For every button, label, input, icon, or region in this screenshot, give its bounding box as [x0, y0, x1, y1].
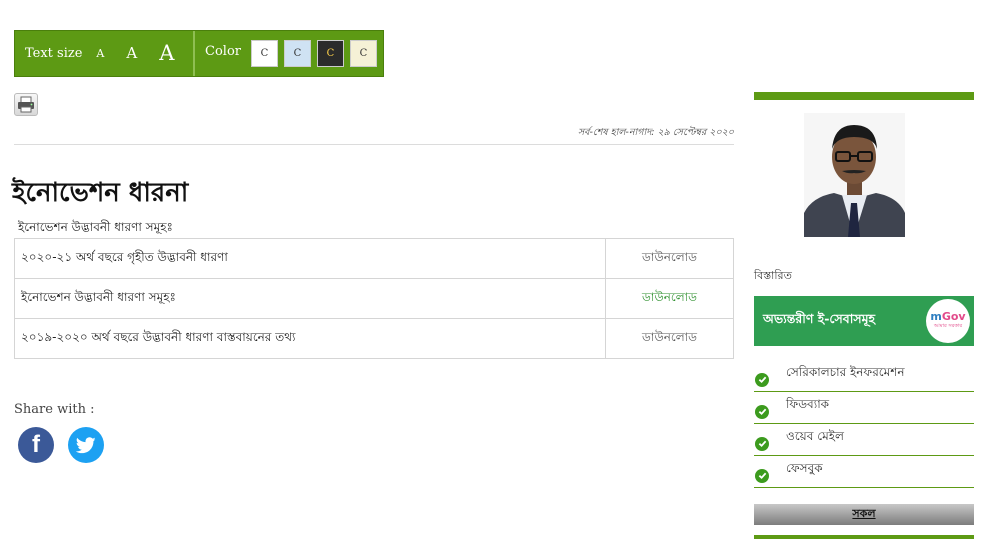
check-circle-icon: [755, 468, 769, 483]
twitter-bird-icon: [76, 436, 96, 453]
text-size-small-button[interactable]: A: [96, 48, 104, 59]
eservice-banner[interactable]: অভ্যন্তরীণ ই-সেবাসমূহ mGov আমার সরকার: [754, 296, 974, 346]
text-size-large-button[interactable]: A: [159, 43, 174, 64]
all-button[interactable]: সকল: [754, 504, 974, 525]
table-row: ২০১৯-২০২০ অর্থ বছরে উদ্ভাবনী ধারণা বাস্ত…: [14, 318, 734, 359]
eservice-label: অভ্যন্তরীণ ই-সেবাসমূহ: [763, 311, 876, 326]
list-item[interactable]: ফিডব্যাক: [754, 392, 974, 424]
link-label: সেরিকালচার ইনফরমেশন: [786, 364, 905, 379]
mygov-tagline: আমার সরকার: [933, 323, 963, 329]
portrait-image: [804, 113, 905, 237]
download-cell: ডাউনলোড: [605, 238, 734, 279]
list-item[interactable]: সেরিকালচার ইনফরমেশন: [754, 360, 974, 392]
download-cell: ডাউনলোড: [605, 278, 734, 319]
color-swatch-white[interactable]: C: [251, 40, 278, 67]
details-link[interactable]: বিস্তারিত: [754, 267, 792, 286]
printer-icon: [18, 96, 34, 113]
document-title: ইনোভেশন উদ্ভাবনী ধারণা সমূহঃ: [14, 278, 606, 319]
sidebar-top-bar: [754, 92, 974, 100]
mygov-logo-text: mGov: [930, 311, 965, 322]
list-item[interactable]: ওয়েব মেইল: [754, 424, 974, 456]
list-item[interactable]: ফেসবুক: [754, 456, 974, 488]
page-title: ইনোভেশন ধারনা: [12, 178, 189, 208]
check-circle-icon: [755, 372, 769, 387]
accessibility-toolbar: Text size A A A Color C C C C: [14, 30, 384, 77]
print-button[interactable]: [14, 93, 38, 116]
table-row: ২০২০-২১ অর্থ বছরে গৃহীত উদ্ভাবনী ধারণা ড…: [14, 238, 734, 279]
mygov-logo-gov: Gov: [941, 310, 966, 323]
eservice-links: সেরিকালচার ইনফরমেশন ফিডব্যাক ওয়েব মেইল …: [754, 360, 974, 488]
divider: [14, 144, 734, 145]
twitter-icon[interactable]: [68, 427, 104, 463]
check-circle-icon: [755, 404, 769, 419]
mygov-logo: mGov আমার সরকার: [926, 299, 970, 343]
color-label: Color: [205, 44, 241, 59]
download-cell: ডাউনলোড: [605, 318, 734, 359]
text-size-medium-button[interactable]: A: [126, 46, 137, 61]
share-label: Share with :: [14, 402, 95, 417]
facebook-icon[interactable]: f: [18, 427, 54, 463]
section-subtitle: ইনোভেশন উদ্ভাবনী ধারণা সমূহঃ: [18, 220, 173, 234]
link-label: ওয়েব মেইল: [786, 428, 844, 443]
text-size-group: Text size A A A: [15, 31, 196, 76]
download-link[interactable]: ডাউনলোড: [642, 290, 697, 304]
sidebar-bottom-bar: [754, 535, 974, 539]
check-circle-icon: [755, 436, 769, 451]
color-swatch-dark[interactable]: C: [317, 40, 344, 67]
link-label: ফেসবুক: [786, 460, 823, 475]
mygov-logo-m: m: [930, 310, 942, 323]
download-link[interactable]: ডাউনলোড: [642, 250, 697, 264]
link-label: ফিডব্যাক: [786, 396, 830, 411]
document-title: ২০১৯-২০২০ অর্থ বছরে উদ্ভাবনী ধারণা বাস্ত…: [14, 318, 606, 359]
last-updated: সর্ব-শেষ হাল-নাগাদ: ২৯ সেপ্টেম্বর ২০২০: [577, 127, 734, 138]
color-group: Color C C C C: [195, 31, 383, 76]
text-size-label: Text size: [25, 46, 83, 61]
color-swatch-cream[interactable]: C: [350, 40, 377, 67]
document-title: ২০২০-২১ অর্থ বছরে গৃহীত উদ্ভাবনী ধারণা: [14, 238, 606, 279]
documents-table: ২০২০-২১ অর্থ বছরে গৃহীত উদ্ভাবনী ধারণা ড…: [14, 238, 734, 359]
table-row: ইনোভেশন উদ্ভাবনী ধারণা সমূহঃ ডাউনলোড: [14, 278, 734, 319]
download-link[interactable]: ডাউনলোড: [642, 330, 697, 344]
color-swatch-blue[interactable]: C: [284, 40, 311, 67]
officer-photo: [804, 113, 905, 237]
